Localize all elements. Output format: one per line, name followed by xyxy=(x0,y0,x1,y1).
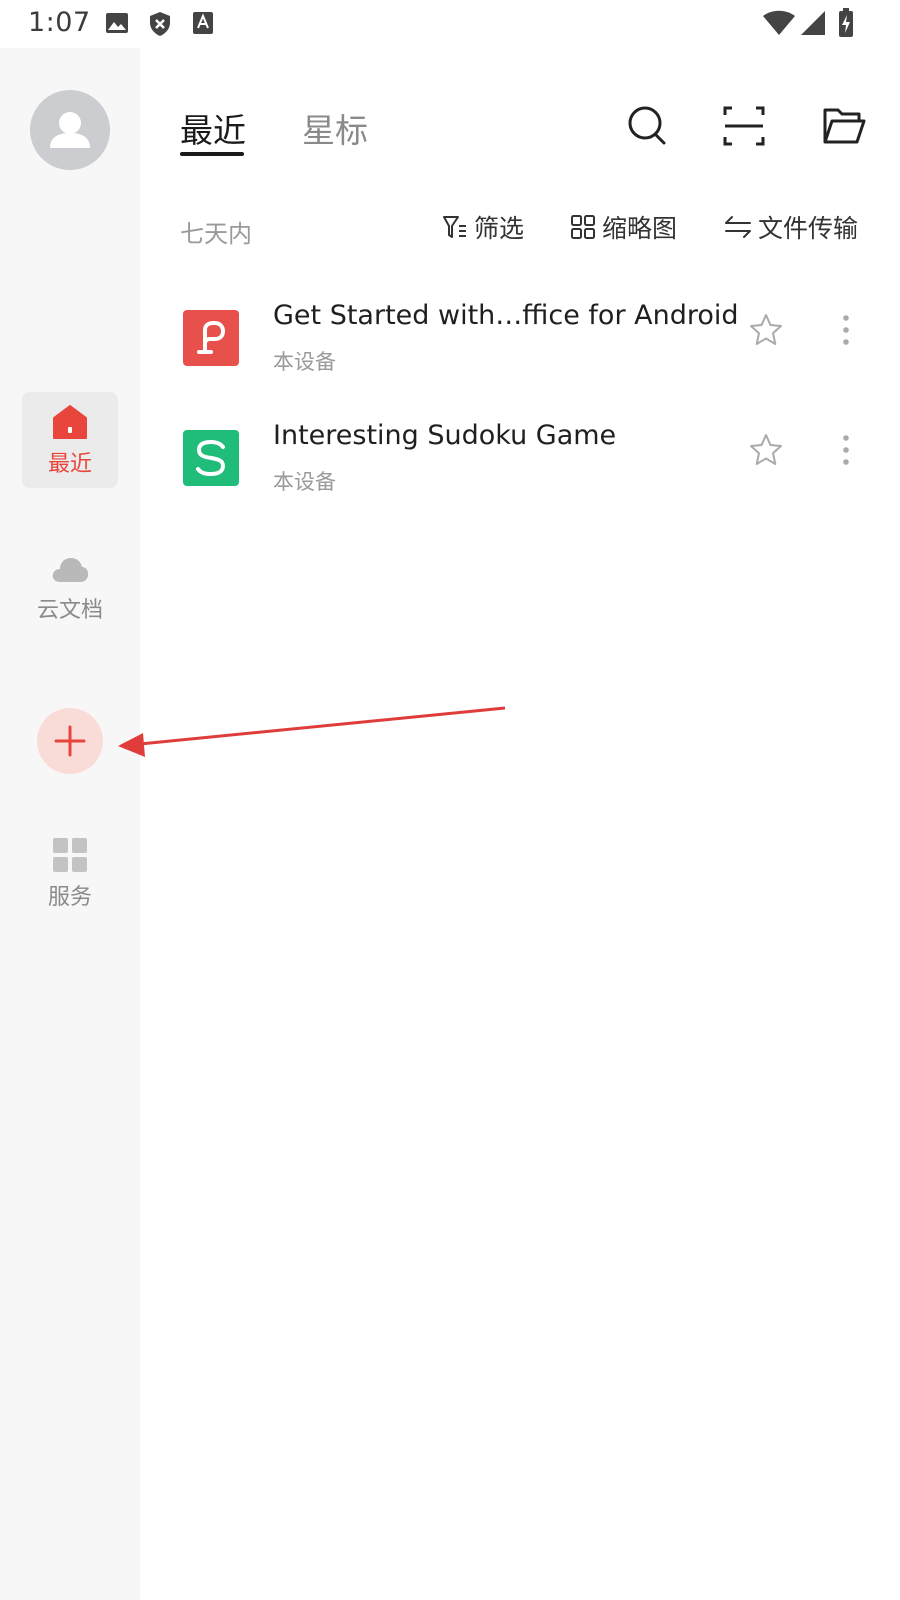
star-icon[interactable] xyxy=(748,432,784,468)
tab-starred[interactable]: 星标 xyxy=(302,104,368,152)
file-name: Interesting Sudoku Game xyxy=(273,420,617,451)
time-range-label: 七天内 xyxy=(180,220,252,248)
scan-icon[interactable] xyxy=(722,104,766,148)
avatar[interactable] xyxy=(30,90,110,170)
sidebar-item-cloud-docs[interactable]: 云文档 xyxy=(22,538,118,634)
file-transfer-button[interactable]: 文件传输 xyxy=(724,210,858,244)
shield-x-icon xyxy=(149,11,171,41)
more-vertical-icon[interactable] xyxy=(836,310,856,350)
filter-button[interactable]: 筛选 xyxy=(442,210,524,244)
status-bar: 1:07 xyxy=(0,0,900,48)
sidebar-item-label: 云文档 xyxy=(36,598,103,623)
file-row[interactable]: Get Started with…ffice for Android 本设备 xyxy=(180,300,870,400)
image-icon xyxy=(105,11,129,39)
more-vertical-icon[interactable] xyxy=(836,430,856,470)
file-row[interactable]: Interesting Sudoku Game 本设备 xyxy=(180,420,870,520)
sidebar-item-recent[interactable]: 最近 xyxy=(22,392,118,488)
thumbnail-view-button[interactable]: 缩略图 xyxy=(570,210,677,244)
cloud-icon xyxy=(52,558,89,582)
file-location: 本设备 xyxy=(273,470,336,494)
transfer-label: 文件传输 xyxy=(758,214,859,243)
sidebar-item-label: 最近 xyxy=(47,452,92,477)
sidebar-item-services[interactable]: 服务 xyxy=(22,825,118,921)
text-a-icon xyxy=(192,11,214,39)
status-time: 1:07 xyxy=(28,7,91,38)
file-name: Get Started with…ffice for Android xyxy=(273,300,739,331)
plus-icon xyxy=(54,725,86,757)
thumbnail-label: 缩略图 xyxy=(602,214,678,243)
wifi-icon xyxy=(762,10,796,40)
tab-active-indicator xyxy=(180,152,244,156)
battery-charging-icon xyxy=(838,8,854,42)
tab-recent[interactable]: 最近 xyxy=(180,104,246,152)
filter-label: 筛选 xyxy=(474,214,525,243)
transfer-icon xyxy=(725,216,751,238)
file-location: 本设备 xyxy=(273,350,336,374)
search-icon[interactable] xyxy=(626,104,670,148)
grid-view-icon xyxy=(571,215,595,239)
sidebar: 最近 云文档 服务 xyxy=(0,48,140,1600)
folder-open-icon[interactable] xyxy=(822,104,866,148)
add-button[interactable] xyxy=(37,708,103,774)
grid-icon xyxy=(53,838,87,872)
home-icon xyxy=(53,405,87,439)
sidebar-item-label: 服务 xyxy=(47,885,92,910)
signal-icon xyxy=(800,10,826,40)
person-icon xyxy=(50,112,90,148)
star-icon[interactable] xyxy=(748,312,784,348)
filter-icon xyxy=(443,216,466,238)
spreadsheet-file-icon xyxy=(183,430,239,486)
presentation-file-icon xyxy=(183,310,239,366)
app-root: 1:07 最近 云文档 服务 最近 星标 七天内 筛选 缩略图 文件传输 Get… xyxy=(0,0,900,1600)
